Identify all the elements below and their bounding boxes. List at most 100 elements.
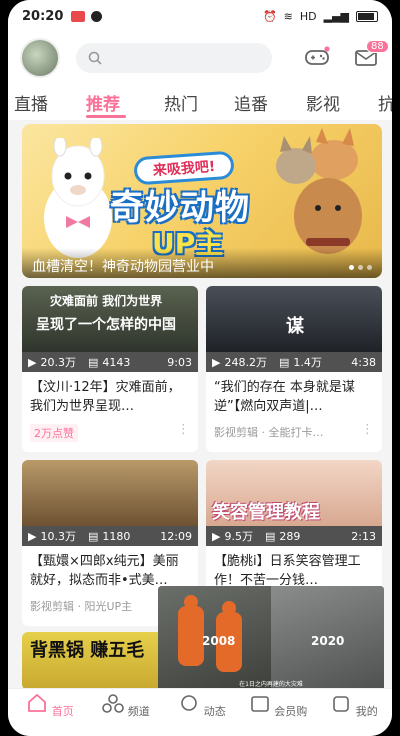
- video-meta: 影视剪辑 · 阳光UP主: [30, 600, 133, 613]
- nav-channels[interactable]: 频道: [96, 693, 156, 719]
- phone-screen: 20:20 ⏰ ≋ HD ▂▄▆ 88 直播 推荐 热门 追番 影视 抗 来吸我…: [8, 0, 392, 736]
- notification-icon: [71, 10, 86, 22]
- video-title: 【脆桃i】日系笑容管理工作！不苦一分钱…: [214, 554, 361, 588]
- wifi-icon: ≋: [283, 9, 293, 23]
- status-right: ⏰ ≋ HD ▂▄▆: [263, 10, 378, 23]
- video-meta: 影视剪辑 · 全能打卡…: [214, 426, 324, 439]
- like-tag: 2万点赞: [30, 424, 78, 442]
- nav-label: 我的: [355, 705, 378, 718]
- nav-home[interactable]: 首页: [20, 693, 80, 719]
- search-icon: [88, 51, 102, 65]
- view-count: 20.3万: [40, 356, 76, 369]
- thumbnail-text: 笑容管理教程: [212, 502, 320, 523]
- top-header: 88: [8, 32, 392, 84]
- video-meta: 2万点赞: [30, 424, 78, 442]
- duration: 9:03: [167, 355, 192, 369]
- cats-illustration: [276, 128, 362, 254]
- video-stats: ▶ 20.3万 ▤ 4143 9:03: [22, 352, 198, 372]
- message-badge: 88: [366, 40, 389, 53]
- tab-anime[interactable]: 追番: [234, 90, 268, 115]
- nav-shop[interactable]: 会员购: [248, 693, 308, 719]
- thumbnail-text: 呈现了一个怎样的中国: [36, 317, 176, 333]
- signal-icon: ▂▄▆: [323, 9, 349, 23]
- nav-feed[interactable]: 动态: [172, 693, 232, 719]
- comment-count: 1180: [102, 529, 131, 543]
- duration: 4:38: [351, 355, 376, 369]
- feed-icon: [181, 695, 198, 711]
- view-count: 10.3万: [40, 530, 76, 543]
- video-title: “我们的存在 本身就是谋逆”【燃向双声道|…: [214, 380, 355, 414]
- play-icon: ▶: [212, 529, 221, 543]
- profile-icon: [333, 696, 350, 712]
- nav-label: 动态: [203, 705, 226, 718]
- status-time: 20:20: [22, 8, 64, 24]
- thumbnail-text: 背黑锅 赚五毛: [30, 640, 145, 661]
- video-title: 【汶川·12年】灾难面前，我们为世界呈现…: [30, 380, 181, 414]
- mini-player[interactable]: 2008 2020 在1日之内再建的大灾难: [158, 586, 384, 692]
- battery-icon: [356, 10, 378, 22]
- mini-year-right: 2020: [311, 634, 345, 648]
- video-thumbnail: 笑容管理教程: [206, 460, 382, 526]
- comment-icon: ▤: [264, 529, 276, 543]
- view-count: 9.5万: [224, 530, 253, 543]
- mini-player-left: 2008: [158, 586, 271, 692]
- video-thumbnail: [22, 460, 198, 526]
- play-icon: ▶: [28, 529, 37, 543]
- status-bar: 20:20 ⏰ ≋ HD ▂▄▆: [8, 0, 392, 32]
- alarm-icon: ⏰: [262, 9, 277, 23]
- play-icon: ▶: [28, 355, 37, 369]
- category-tabs: 直播 推荐 热门 追番 影视 抗: [8, 84, 392, 120]
- comment-icon: ▤: [87, 529, 99, 543]
- tab-hot[interactable]: 热门: [164, 90, 198, 115]
- video-card[interactable]: 谋 ▶ 248.2万 ▤ 1.4万 4:38 “我们的存在 本身就是谋逆”【燃向…: [206, 286, 382, 452]
- alpaca-illustration: [44, 138, 112, 258]
- comment-count: 4143: [102, 355, 131, 369]
- thumbnail-text: 灾难面前 我们为世界: [50, 294, 163, 308]
- channels-icon: [102, 694, 125, 713]
- nav-profile[interactable]: 我的: [324, 693, 384, 719]
- comment-icon: ▤: [87, 355, 99, 369]
- mini-player-caption: 在1日之内再建的大灾难: [239, 681, 303, 688]
- search-input[interactable]: [76, 43, 272, 73]
- video-stats: ▶ 10.3万 ▤ 1180 12:09: [22, 526, 198, 546]
- tab-movies[interactable]: 影视: [306, 90, 340, 115]
- home-icon: [28, 693, 47, 712]
- carousel-dot: [358, 265, 363, 270]
- comment-count: 1.4万: [293, 356, 322, 369]
- mini-year-left: 2008: [202, 634, 236, 648]
- carousel-dots: [349, 265, 372, 270]
- tab-more[interactable]: 抗: [378, 90, 392, 115]
- thumbnail-text: 谋: [286, 316, 304, 337]
- more-options-icon[interactable]: ⋮: [361, 422, 374, 437]
- nav-label: 频道: [127, 705, 150, 718]
- comment-count: 289: [279, 529, 301, 543]
- avatar[interactable]: [20, 38, 60, 78]
- banner-caption: 血槽清空！神奇动物园营业中: [22, 248, 382, 278]
- more-options-icon[interactable]: ⋮: [177, 422, 190, 437]
- active-tab-indicator: [86, 115, 126, 118]
- bottom-navigation: 首页 频道 动态 会员购 我的: [8, 688, 392, 736]
- duration: 2:13: [351, 529, 376, 543]
- network-label: HD: [299, 9, 317, 23]
- video-title: 【甄嬛×四郎x纯元】美丽就好，拟态而非•式美…: [30, 554, 179, 588]
- banner-carousel[interactable]: 来吸我吧! 奇妙动物 UP主 血槽清空！神奇动物园营业中: [22, 124, 382, 278]
- game-center-icon[interactable]: [304, 46, 330, 68]
- play-icon: ▶: [212, 355, 221, 369]
- video-thumbnail: 灾难面前 我们为世界 呈现了一个怎样的中国: [22, 286, 198, 352]
- nav-label: 首页: [51, 705, 74, 718]
- duration: 12:09: [160, 529, 192, 543]
- tab-live[interactable]: 直播: [14, 90, 48, 115]
- nav-label: 会员购: [274, 705, 308, 718]
- carousel-dot: [349, 265, 354, 270]
- video-stats: ▶ 248.2万 ▤ 1.4万 4:38: [206, 352, 382, 372]
- video-card[interactable]: 灾难面前 我们为世界 呈现了一个怎样的中国 ▶ 20.3万 ▤ 4143 9:0…: [22, 286, 198, 452]
- mini-player-right: 2020: [271, 586, 384, 692]
- video-thumbnail: 谋: [206, 286, 382, 352]
- shop-icon: [250, 696, 269, 712]
- comment-icon: ▤: [278, 355, 290, 369]
- tab-recommend[interactable]: 推荐: [86, 90, 120, 115]
- carousel-dot: [367, 265, 372, 270]
- view-count: 248.2万: [224, 356, 267, 369]
- video-stats: ▶ 9.5万 ▤ 289 2:13: [206, 526, 382, 546]
- app-notification-icon: [91, 10, 103, 22]
